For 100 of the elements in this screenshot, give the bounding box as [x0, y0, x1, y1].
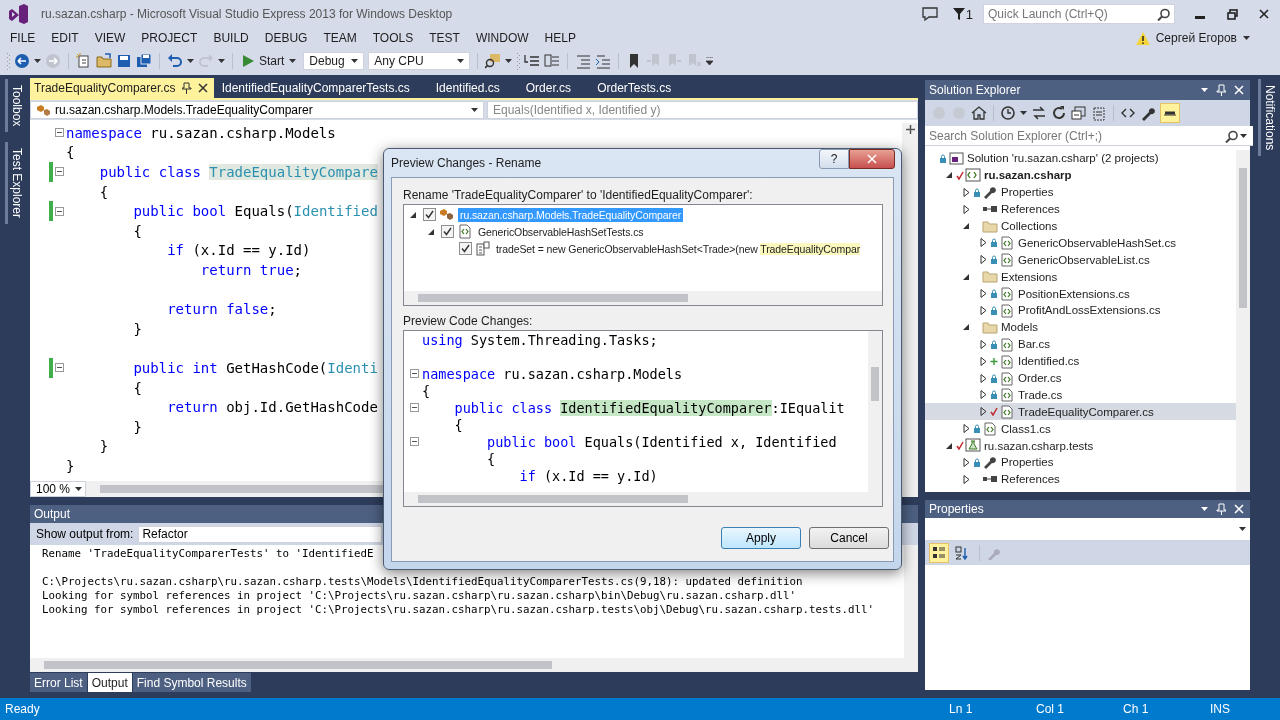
horizontal-scrollbar[interactable]: [30, 658, 904, 672]
tree-item[interactable]: Extensions: [925, 268, 1236, 286]
collapse-icon[interactable]: [55, 128, 64, 138]
tree-item[interactable]: Order.cs: [925, 369, 1236, 387]
sync-icon[interactable]: [1031, 105, 1047, 121]
zoom-dropdown[interactable]: 100 %: [30, 481, 86, 497]
vertical-scrollbar[interactable]: [902, 123, 918, 481]
tree-item[interactable]: Models: [925, 318, 1236, 336]
vertical-scrollbar[interactable]: [868, 331, 882, 492]
quick-launch-field[interactable]: Quick Launch (Ctrl+Q): [983, 4, 1175, 24]
side-tab[interactable]: Notifications: [1258, 79, 1277, 157]
close-button[interactable]: [849, 149, 895, 169]
tree-item[interactable]: Solution 'ru.sazan.csharp' (2 projects): [925, 150, 1236, 167]
side-tab[interactable]: Toolbox: [4, 79, 24, 133]
dialog-button[interactable]: Apply: [721, 527, 801, 549]
back-icon[interactable]: [14, 52, 30, 69]
menu-item[interactable]: PROJECT: [133, 31, 206, 45]
tree-item[interactable]: Properties: [925, 454, 1236, 471]
tree-item[interactable]: GenericObservableHashSetTests.cs: [476, 224, 646, 239]
refresh-icon[interactable]: [1051, 105, 1067, 121]
tree-item[interactable]: ru.sazan.csharp.tests: [925, 437, 1236, 455]
dialog-button[interactable]: Cancel: [809, 527, 889, 549]
save-icon[interactable]: [116, 52, 132, 69]
collapse-icon[interactable]: [410, 403, 419, 412]
vertical-scrollbar[interactable]: [1236, 150, 1250, 492]
pin-icon[interactable]: [181, 82, 192, 94]
collapse-icon[interactable]: [55, 206, 64, 216]
menu-item[interactable]: TEST: [421, 31, 468, 45]
collapse-icon[interactable]: [410, 369, 419, 378]
menu-item[interactable]: EDIT: [43, 31, 87, 45]
type-dropdown[interactable]: ru.sazan.csharp.Models.TradeEqualityComparer: [30, 101, 484, 119]
tree-item[interactable]: Collections: [925, 217, 1236, 235]
caret-icon[interactable]: [1020, 111, 1027, 115]
overflow-icon[interactable]: [706, 56, 714, 65]
caret-icon[interactable]: [34, 58, 41, 63]
tree-item[interactable]: TradeEqualityComparer.cs: [925, 403, 1236, 421]
panel-tab[interactable]: Error List: [30, 673, 87, 692]
menu-item[interactable]: TEAM: [315, 31, 365, 45]
horizontal-scrollbar[interactable]: [404, 291, 882, 305]
tree-item[interactable]: Class1.cs: [925, 420, 1236, 438]
new-project-icon[interactable]: [76, 52, 92, 69]
checkbox[interactable]: [459, 242, 472, 255]
find-icon[interactable]: [485, 52, 502, 69]
split-icon[interactable]: [905, 125, 915, 134]
help-button[interactable]: ?: [819, 149, 849, 169]
editor-tab[interactable]: TradeEqualityComparer.cs: [30, 78, 214, 98]
start-button[interactable]: Start: [240, 53, 300, 68]
side-tab[interactable]: Test Explorer: [4, 142, 24, 225]
restore-icon[interactable]: [1226, 8, 1238, 20]
editor-tab[interactable]: Identified.cs: [431, 78, 522, 98]
close-icon[interactable]: [1259, 9, 1269, 19]
menu-item[interactable]: BUILD: [205, 31, 257, 45]
preview-button[interactable]: [1160, 103, 1180, 123]
caret-icon[interactable]: [1243, 36, 1250, 40]
tree-item[interactable]: Properties: [925, 183, 1236, 201]
caret-icon[interactable]: [505, 58, 513, 63]
collapse-icon[interactable]: [55, 167, 64, 177]
tree-item[interactable]: tradeSet = new GenericObservableHashSet<Trade>(new TradeEqualityCompar: [494, 241, 863, 256]
tree-item[interactable]: Bar.cs: [925, 335, 1236, 353]
tree-item[interactable]: ru.sazan.csharp: [925, 166, 1236, 184]
undo-icon[interactable]: [167, 52, 183, 69]
home-icon[interactable]: [971, 105, 987, 121]
tree-item[interactable]: References: [925, 470, 1236, 488]
menu-item[interactable]: DEBUG: [256, 31, 316, 45]
indent-icon[interactable]: [524, 52, 541, 69]
caret-icon[interactable]: [1201, 88, 1208, 92]
platform-dropdown[interactable]: Any CPU: [368, 51, 471, 70]
menu-item[interactable]: WINDOW: [467, 31, 537, 45]
collapse-icon[interactable]: [55, 363, 64, 373]
panel-tab[interactable]: Output: [87, 673, 132, 692]
tree-item[interactable]: Trade.cs: [925, 386, 1236, 404]
vertical-scrollbar[interactable]: [904, 545, 918, 672]
checkbox[interactable]: [423, 208, 436, 221]
collapse-icon[interactable]: [410, 437, 419, 446]
tree-item[interactable]: PositionExtensions.cs: [925, 285, 1236, 302]
configuration-dropdown[interactable]: Debug: [303, 51, 365, 70]
user-name[interactable]: Сергей Егоров: [1155, 31, 1237, 45]
output-source-dropdown[interactable]: Refactor: [138, 525, 383, 543]
caret-icon[interactable]: [218, 58, 225, 63]
close-icon[interactable]: [197, 83, 208, 93]
tree-item[interactable]: GenericObservableHashSet.cs: [925, 234, 1236, 252]
uncomment-icon[interactable]: [595, 52, 612, 69]
tree-item[interactable]: Identified.cs: [925, 352, 1236, 370]
filter-icon[interactable]: [952, 7, 965, 21]
menu-item[interactable]: FILE: [2, 31, 44, 45]
tree-item[interactable]: GenericObservableList.cs: [925, 251, 1236, 269]
menu-item[interactable]: TOOLS: [364, 31, 422, 45]
search-field[interactable]: Search Solution Explorer (Ctrl+;): [925, 126, 1253, 146]
menu-item[interactable]: VIEW: [86, 31, 134, 45]
editor-tab[interactable]: IdentifiedEqualityComparerTests.cs: [217, 78, 432, 98]
categorized-button[interactable]: [929, 543, 949, 563]
feedback-icon[interactable]: [921, 6, 938, 22]
checkbox[interactable]: [441, 225, 454, 238]
horizontal-scrollbar[interactable]: [404, 492, 882, 506]
panel-tab[interactable]: Find Symbol Results: [132, 673, 251, 692]
menu-item[interactable]: HELP: [536, 31, 584, 45]
history-icon[interactable]: [1000, 105, 1016, 121]
editor-tab[interactable]: Order.cs: [521, 78, 594, 98]
tree-item[interactable]: References: [925, 200, 1236, 218]
wrench-icon[interactable]: [1140, 105, 1156, 121]
